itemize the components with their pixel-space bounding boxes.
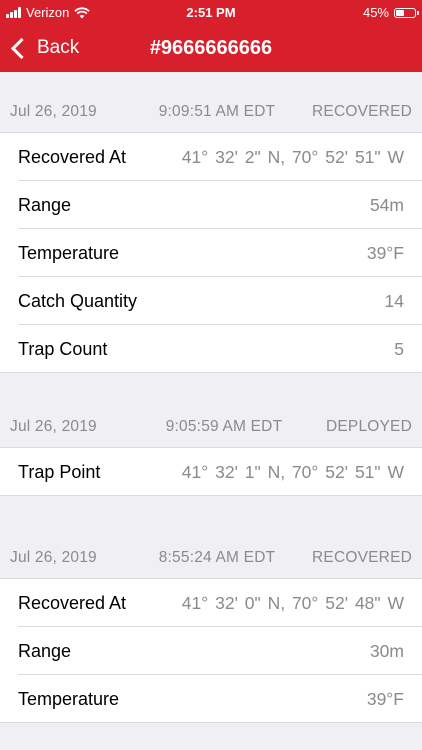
event-section: Jul 26, 2019 9:09:51 AM EDT RECOVERED Re… [0,92,422,373]
row-label: Trap Point [18,461,101,482]
section-header: Jul 26, 2019 9:09:51 AM EDT RECOVERED [0,92,422,133]
battery-percent: 45% [362,5,389,20]
navigation-bar: Back #9666666666 [0,24,422,72]
row-value: 5 [394,338,404,359]
list-item[interactable]: Range 54m [0,181,422,229]
section-header: Jul 26, 2019 8:55:24 AM EDT RECOVERED [0,538,422,579]
list-item[interactable]: Catch Quantity 14 [0,277,422,325]
event-date: Jul 26, 2019 [10,549,97,566]
status-right: 45% [362,5,419,20]
list-item[interactable]: Range 30m [0,627,422,675]
list-item[interactable]: Recovered At 41° 32' 0" N, 70° 52' 48" W [0,579,422,627]
row-value: 14 [384,290,404,311]
row-value: 54m [369,194,404,215]
status-bar: Verizon 2:51 PM 45% [0,0,422,24]
battery-icon [394,7,419,18]
list-item[interactable]: Temperature 39°F [0,675,422,723]
row-value: 39°F [366,242,404,263]
event-section: Jul 26, 2019 9:05:59 AM EDT DEPLOYED Tra… [0,407,422,496]
list-item[interactable]: Recovered At 41° 32' 2" N, 70° 52' 51" W [0,133,422,181]
row-label: Range [18,194,72,215]
row-label: Recovered At [18,146,127,167]
list-item[interactable]: Trap Point 41° 32' 1" N, 70° 52' 51" W [0,448,422,496]
event-status: RECOVERED [312,103,412,120]
row-label: Temperature [18,242,120,263]
section-header: Jul 26, 2019 9:05:59 AM EDT DEPLOYED [0,407,422,448]
event-status: DEPLOYED [325,418,412,435]
list-item[interactable]: Temperature 39°F [0,229,422,277]
row-value: 41° 32' 0" N, 70° 52' 48" W [181,592,404,613]
row-label: Trap Count [18,338,108,359]
event-status: RECOVERED [312,549,412,566]
row-label: Recovered At [18,592,127,613]
event-time: 9:05:59 AM EDT [165,418,283,435]
row-label: Catch Quantity [18,290,138,311]
page-title: #9666666666 [149,37,273,59]
list-item[interactable]: Trap Count 5 [0,325,422,373]
battery-fill [396,9,404,16]
row-value: 39°F [366,688,404,709]
event-time: 9:09:51 AM EDT [158,103,276,120]
row-value: 41° 32' 2" N, 70° 52' 51" W [181,146,404,167]
row-label: Range [18,640,72,661]
row-label: Temperature [18,688,120,709]
event-list[interactable]: Jul 26, 2019 9:09:51 AM EDT RECOVERED Re… [0,72,422,723]
event-section: Jul 26, 2019 8:55:24 AM EDT RECOVERED Re… [0,538,422,723]
event-date: Jul 26, 2019 [10,418,97,435]
event-time: 8:55:24 AM EDT [158,549,276,566]
row-value: 30m [369,640,404,661]
event-date: Jul 26, 2019 [10,103,97,120]
row-value: 41° 32' 1" N, 70° 52' 51" W [181,461,404,482]
status-time: 2:51 PM [186,5,236,20]
